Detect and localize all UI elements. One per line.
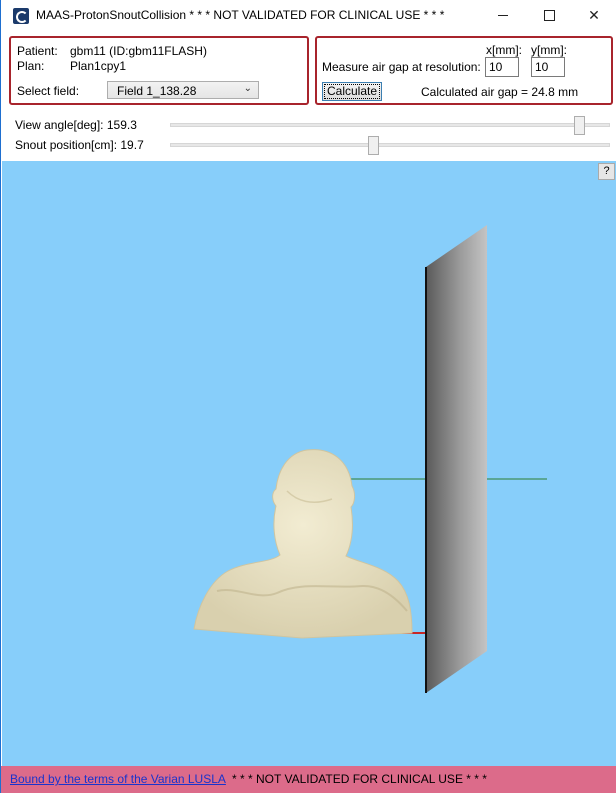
select-field-label: Select field:: [17, 84, 80, 98]
maximize-icon: [543, 10, 555, 21]
title-bar[interactable]: MAAS-ProtonSnoutCollision * * * NOT VALI…: [1, 0, 616, 31]
patient-panel: Patient: gbm11 (ID:gbm11FLASH) Plan: Pla…: [9, 36, 309, 105]
help-button[interactable]: ?: [598, 163, 615, 180]
view-angle-slider[interactable]: [170, 116, 610, 135]
patient-model: [193, 449, 413, 639]
lusla-link[interactable]: Bound by the terms of the Varian LUSLA: [10, 772, 226, 786]
app-logo-icon: [13, 8, 29, 24]
field-select-value: Field 1_138.28: [117, 84, 197, 98]
y-mm-label: y[mm]:: [531, 43, 567, 57]
minimize-button[interactable]: [480, 0, 526, 31]
chevron-down-icon: ⌄: [243, 83, 252, 94]
snout-plane: [426, 225, 487, 693]
close-icon: ✕: [588, 7, 600, 23]
minimize-icon: [498, 15, 508, 16]
view-angle-label: View angle[deg]: 159.3: [15, 118, 137, 132]
measure-label: Measure air gap at resolution:: [322, 60, 481, 74]
y-resolution-input[interactable]: [531, 57, 565, 77]
air-gap-result: Calculated air gap = 24.8 mm: [421, 85, 579, 99]
plan-label: Plan:: [17, 59, 45, 73]
snout-position-label: Snout position[cm]: 19.7: [15, 138, 144, 152]
x-resolution-input[interactable]: [485, 57, 519, 77]
3d-scene: [193, 225, 547, 693]
field-select[interactable]: Field 1_138.28 ⌄: [107, 81, 259, 99]
plan-value: Plan1cpy1: [70, 59, 127, 73]
snout-position-slider-thumb[interactable]: [368, 136, 379, 155]
maximize-button[interactable]: [526, 0, 572, 31]
window-title: MAAS-ProtonSnoutCollision * * * NOT VALI…: [36, 8, 445, 22]
3d-viewport[interactable]: [2, 161, 616, 766]
x-mm-label: x[mm]:: [486, 43, 522, 57]
patient-value: gbm11 (ID:gbm11FLASH): [70, 44, 207, 58]
patient-label: Patient:: [17, 44, 58, 58]
footer-bar: Bound by the terms of the Varian LUSLA *…: [1, 766, 616, 793]
app-window: MAAS-ProtonSnoutCollision * * * NOT VALI…: [0, 0, 616, 793]
view-angle-slider-thumb[interactable]: [574, 116, 585, 135]
calculate-button[interactable]: Calculate: [322, 82, 382, 101]
airgap-panel: x[mm]: y[mm]: Measure air gap at resolut…: [315, 36, 613, 105]
validation-warning: * * * NOT VALIDATED FOR CLINICAL USE * *…: [232, 772, 487, 786]
close-button[interactable]: ✕: [571, 0, 616, 31]
snout-position-slider[interactable]: [170, 136, 610, 155]
